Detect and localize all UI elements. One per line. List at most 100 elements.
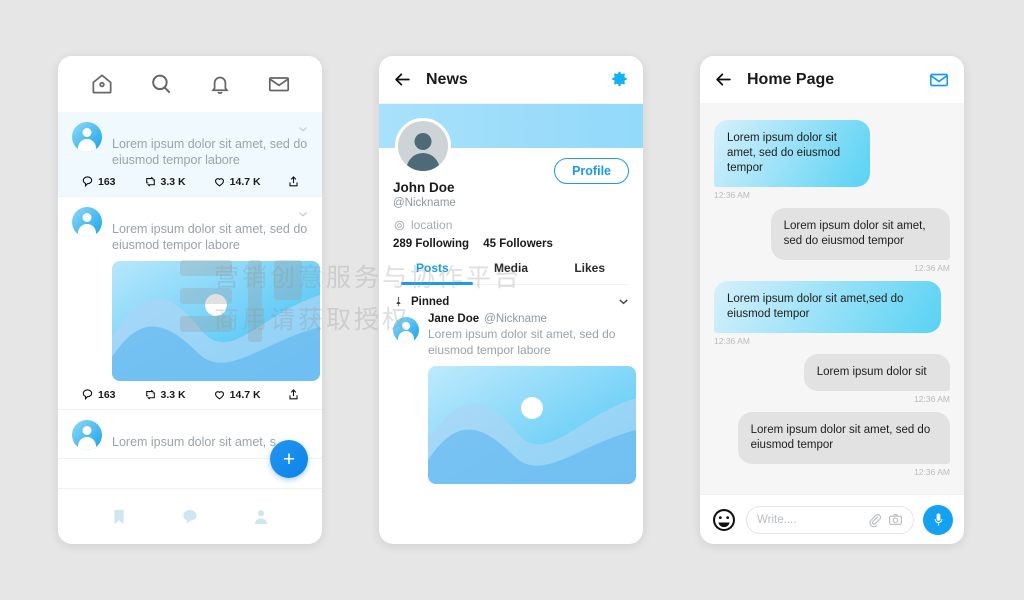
retweet-stat[interactable]: 3.3 K xyxy=(144,388,186,401)
gear-icon[interactable] xyxy=(610,70,629,89)
bell-icon[interactable] xyxy=(207,71,233,97)
message-input[interactable]: Write.... xyxy=(746,505,914,534)
mail-icon[interactable] xyxy=(266,71,292,97)
comment-icon xyxy=(81,175,94,188)
chat-message[interactable]: Lorem ipsum dolor sit amet,sed do eiusmo… xyxy=(714,281,941,346)
feed-top-navigation xyxy=(58,56,322,112)
message-bubble: Lorem ipsum dolor sit amet, sed do eiusm… xyxy=(770,208,950,260)
retweet-count: 3.3 K xyxy=(160,175,186,188)
arrow-left-icon[interactable] xyxy=(714,70,733,89)
retweet-count: 3.3 K xyxy=(160,388,186,401)
message-bubble: Lorem ipsum dolor sit amet,sed do eiusmo… xyxy=(714,281,941,333)
message-timestamp: 12:36 AM xyxy=(714,190,750,200)
profile-button[interactable]: Profile xyxy=(554,158,629,184)
smiley-icon[interactable] xyxy=(711,507,737,533)
tab-likes[interactable]: Likes xyxy=(550,261,629,284)
message-bubble: Lorem ipsum dolor sit amet, sed do eiusm… xyxy=(714,120,870,187)
home-icon[interactable] xyxy=(89,71,115,97)
feed-post[interactable]: Lorem ipsum dolor sit amet, sed do eiusm… xyxy=(58,112,322,197)
comment-stat[interactable]: 163 xyxy=(81,175,116,188)
comment-count: 163 xyxy=(98,175,116,188)
share-icon xyxy=(287,175,300,188)
post-stats-row: 163 3.3 K 14.7 K xyxy=(72,388,308,401)
mail-icon[interactable] xyxy=(928,69,950,91)
camera-icon[interactable] xyxy=(888,512,903,527)
compose-button[interactable]: + xyxy=(270,440,308,478)
page-title: News xyxy=(426,70,468,88)
message-timestamp: 12:36 AM xyxy=(914,263,950,273)
post-text: Lorem ipsum dolor sit amet, sed do eiusm… xyxy=(428,327,616,357)
post-author-line: Jane Doe @Nickname xyxy=(428,313,629,325)
like-stat[interactable]: 14.7 K xyxy=(213,175,261,188)
chat-input-bar: Write.... xyxy=(700,494,964,544)
like-count: 14.7 K xyxy=(229,175,261,188)
pinned-row: Pinned xyxy=(379,294,643,309)
post-author-handle: @Nickname xyxy=(484,313,547,325)
like-stat[interactable]: 14.7 K xyxy=(213,388,261,401)
chat-message[interactable]: Lorem ipsum dolor sit amet, sed do eiusm… xyxy=(770,208,950,273)
chat-header: Home Page xyxy=(700,56,964,104)
feed-post[interactable]: Lorem ipsum dolor sit amet, sed do eiusm… xyxy=(58,197,322,410)
chat-message-list[interactable]: Lorem ipsum dolor sit amet, sed do eiusm… xyxy=(700,104,964,494)
voice-record-button[interactable] xyxy=(923,504,953,535)
profile-location: location xyxy=(393,218,629,232)
chat-message[interactable]: Lorem ipsum dolor sit amet, sed do eiusm… xyxy=(714,120,870,200)
chevron-down-icon[interactable] xyxy=(296,207,310,221)
phone-chat-screen: Home Page Lorem ipsum dolor sit amet, se… xyxy=(700,56,964,544)
profile-header: News xyxy=(379,56,643,104)
like-count: 14.7 K xyxy=(229,388,261,401)
message-timestamp: 12:36 AM xyxy=(914,467,950,477)
bookmark-icon[interactable] xyxy=(109,507,129,527)
phone-feed-screen: Lorem ipsum dolor sit amet, sed do eiusm… xyxy=(58,56,322,544)
heart-icon xyxy=(213,388,226,401)
share-stat[interactable] xyxy=(287,175,304,188)
phone-profile-screen: News Profile John Doe @Nickname location… xyxy=(379,56,643,544)
message-bubble: Lorem ipsum dolor sit amet, sed do eiusm… xyxy=(737,412,950,464)
heart-icon xyxy=(213,175,226,188)
post-text: Lorem ipsum dolor sit amet, sed do eiusm… xyxy=(112,222,308,252)
post-image[interactable] xyxy=(428,366,636,484)
pinned-label: Pinned xyxy=(411,295,450,308)
arrow-left-icon[interactable] xyxy=(393,70,412,89)
active-tab-indicator xyxy=(401,282,473,285)
post-text: Lorem ipsum dolor sit amet, sed do eiusm… xyxy=(112,137,308,167)
comment-stat[interactable]: 163 xyxy=(81,388,116,401)
screenshot-canvas: Lorem ipsum dolor sit amet, sed do eiusm… xyxy=(0,0,1024,600)
chat-message[interactable]: Lorem ipsum dolor sit amet, sed do eiusm… xyxy=(737,412,950,477)
tab-posts[interactable]: Posts xyxy=(393,261,472,284)
tab-media[interactable]: Media xyxy=(472,261,551,284)
profile-counts: 289 Following 45 Followers xyxy=(393,238,629,250)
pin-icon xyxy=(393,296,404,307)
person-icon[interactable] xyxy=(251,507,271,527)
location-icon xyxy=(393,219,406,232)
share-stat[interactable] xyxy=(287,388,304,401)
share-icon xyxy=(287,388,300,401)
chat-bubble-icon[interactable] xyxy=(180,507,200,527)
avatar[interactable] xyxy=(393,317,419,343)
followers-count[interactable]: 45 Followers xyxy=(483,238,553,250)
message-timestamp: 12:36 AM xyxy=(714,336,750,346)
following-count[interactable]: 289 Following xyxy=(393,238,469,250)
comment-count: 163 xyxy=(98,388,116,401)
chevron-down-icon[interactable] xyxy=(616,294,631,309)
pinned-post[interactable]: Jane Doe @Nickname Lorem ipsum dolor sit … xyxy=(379,309,643,484)
message-input-placeholder: Write.... xyxy=(757,513,797,526)
message-bubble: Lorem ipsum dolor sit xyxy=(803,354,950,391)
profile-avatar[interactable] xyxy=(395,118,451,174)
message-timestamp: 12:36 AM xyxy=(914,394,950,404)
profile-tabs: Posts Media Likes xyxy=(393,261,629,285)
paperclip-icon[interactable] xyxy=(867,512,882,527)
avatar[interactable] xyxy=(72,420,102,450)
retweet-icon xyxy=(144,175,157,188)
chat-message[interactable]: Lorem ipsum dolor sit 12:36 AM xyxy=(803,354,950,404)
feed-bottom-navigation xyxy=(58,488,322,544)
search-icon[interactable] xyxy=(148,71,174,97)
retweet-stat[interactable]: 3.3 K xyxy=(144,175,186,188)
feed-list[interactable]: Lorem ipsum dolor sit amet, sed do eiusm… xyxy=(58,112,322,488)
post-image[interactable] xyxy=(112,261,320,381)
chevron-down-icon[interactable] xyxy=(296,122,310,136)
avatar[interactable] xyxy=(72,207,102,237)
page-title: Home Page xyxy=(747,70,835,88)
avatar[interactable] xyxy=(72,122,102,152)
profile-handle: @Nickname xyxy=(393,197,456,209)
